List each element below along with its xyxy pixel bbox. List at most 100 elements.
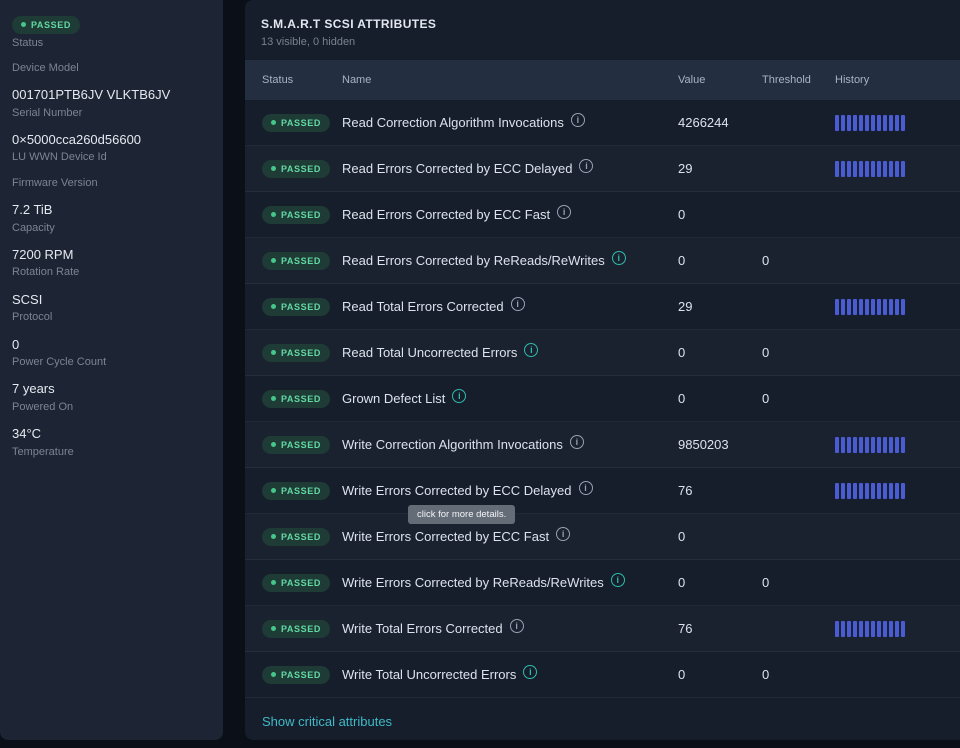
status-badge: PASSED [262,390,330,408]
device-detail-item: 001701PTB6JV VLKTB6JV Serial Number [12,86,211,120]
history-sparkline[interactable] [835,161,960,177]
info-icon[interactable]: i [523,665,537,679]
history-bar [877,115,881,131]
device-detail-label: Rotation Rate [12,265,211,279]
table-row: PASSED Read Errors Corrected by ECC Fast… [245,192,960,238]
attribute-value: 76 [678,483,762,498]
info-icon[interactable]: i [556,527,570,541]
status-badge-label: PASSED [281,210,321,220]
history-bar [841,299,845,315]
history-bar [877,437,881,453]
history-sparkline[interactable] [835,483,960,499]
status-dot-icon [271,350,276,355]
attribute-name: Grown Defect List [342,391,445,406]
status-dot-icon [271,488,276,493]
history-sparkline[interactable] [835,621,960,637]
row-name-cell: Write Errors Corrected by ReReads/ReWrit… [342,575,678,590]
attribute-value: 0 [678,345,762,360]
history-bar [865,161,869,177]
history-bar [871,115,875,131]
status-dot-icon [271,120,276,125]
device-detail-item: 7200 RPM Rotation Rate [12,246,211,280]
row-name-cell: Write Errors Corrected by ECC Delayed i [342,483,678,498]
attribute-name: Read Correction Algorithm Invocations [342,115,564,130]
attribute-value: 29 [678,299,762,314]
history-bar [895,437,899,453]
row-name-cell: Write Total Errors Corrected i [342,621,678,636]
history-bar [877,621,881,637]
row-name-cell: Grown Defect List i [342,391,678,406]
status-badge-label: PASSED [281,578,321,588]
device-detail-label: Serial Number [12,106,211,120]
history-sparkline[interactable] [835,437,960,453]
info-icon[interactable]: i [510,619,524,633]
row-name-cell: Read Errors Corrected by ReReads/ReWrite… [342,253,678,268]
row-name-cell: Write Total Uncorrected Errors i [342,667,678,682]
row-name-cell: Read Total Errors Corrected i [342,299,678,314]
attribute-name: Write Errors Corrected by ECC Fast [342,529,549,544]
info-icon[interactable]: i [571,113,585,127]
table-row: PASSED Write Correction Algorithm Invoca… [245,422,960,468]
info-icon[interactable]: i [579,481,593,495]
attribute-threshold: 0 [762,253,835,268]
attribute-value: 0 [678,391,762,406]
status-badge: PASSED [262,436,330,454]
column-header-history: History [835,74,960,86]
history-bar [883,161,887,177]
history-bar [835,621,839,637]
row-name-cell: Read Errors Corrected by ECC Fast i [342,207,678,222]
status-dot-icon [271,534,276,539]
attribute-value: 76 [678,621,762,636]
info-icon[interactable]: i [511,297,525,311]
info-icon[interactable]: i [452,389,466,403]
history-bar [883,115,887,131]
column-header-status: Status [262,74,342,86]
row-status-cell: PASSED [262,665,342,684]
row-status-cell: PASSED [262,573,342,592]
history-sparkline[interactable] [835,299,960,315]
history-bar [859,115,863,131]
info-icon[interactable]: i [579,159,593,173]
history-bar [853,483,857,499]
attribute-name: Write Correction Algorithm Invocations [342,437,563,452]
row-status-cell: PASSED [262,205,342,224]
attribute-name: Read Errors Corrected by ECC Fast [342,207,550,222]
history-bar [847,437,851,453]
attribute-name: Write Errors Corrected by ECC Delayed [342,483,572,498]
info-icon[interactable]: i [570,435,584,449]
info-icon[interactable]: i [557,205,571,219]
device-detail-item: SCSI Protocol [12,291,211,325]
history-bar [841,483,845,499]
row-status-cell: PASSED [262,527,342,546]
device-detail-label: Protocol [12,310,211,324]
show-critical-attributes-link[interactable]: Show critical attributes [262,714,392,729]
history-bar [901,161,905,177]
attribute-threshold: 0 [762,345,835,360]
history-bar [841,115,845,131]
history-sparkline[interactable] [835,115,960,131]
attribute-threshold: 0 [762,391,835,406]
info-icon[interactable]: i [612,251,626,265]
attribute-value: 0 [678,529,762,544]
history-bar [871,299,875,315]
status-badge: PASSED [262,344,330,362]
history-bar [853,437,857,453]
history-bar [841,437,845,453]
history-bar [865,437,869,453]
device-detail-item: 0 Power Cycle Count [12,336,211,370]
device-detail-label: Device Model [12,61,211,75]
device-detail-value: 001701PTB6JV VLKTB6JV [12,86,211,104]
status-dot-icon [271,672,276,677]
status-badge-label: PASSED [281,394,321,404]
info-icon[interactable]: i [524,343,538,357]
info-icon[interactable]: i [611,573,625,587]
table-row: PASSED Write Errors Corrected by ECC Fas… [245,514,960,560]
table-row: PASSED Read Total Uncorrected Errors i 0… [245,330,960,376]
history-bar [859,437,863,453]
status-badge: PASSED [262,114,330,132]
attribute-value: 0 [678,207,762,222]
status-dot-icon [271,212,276,217]
status-badge-label: PASSED [281,670,321,680]
history-bar [853,621,857,637]
row-name-cell: Write Errors Corrected by ECC Fast i [342,529,678,544]
